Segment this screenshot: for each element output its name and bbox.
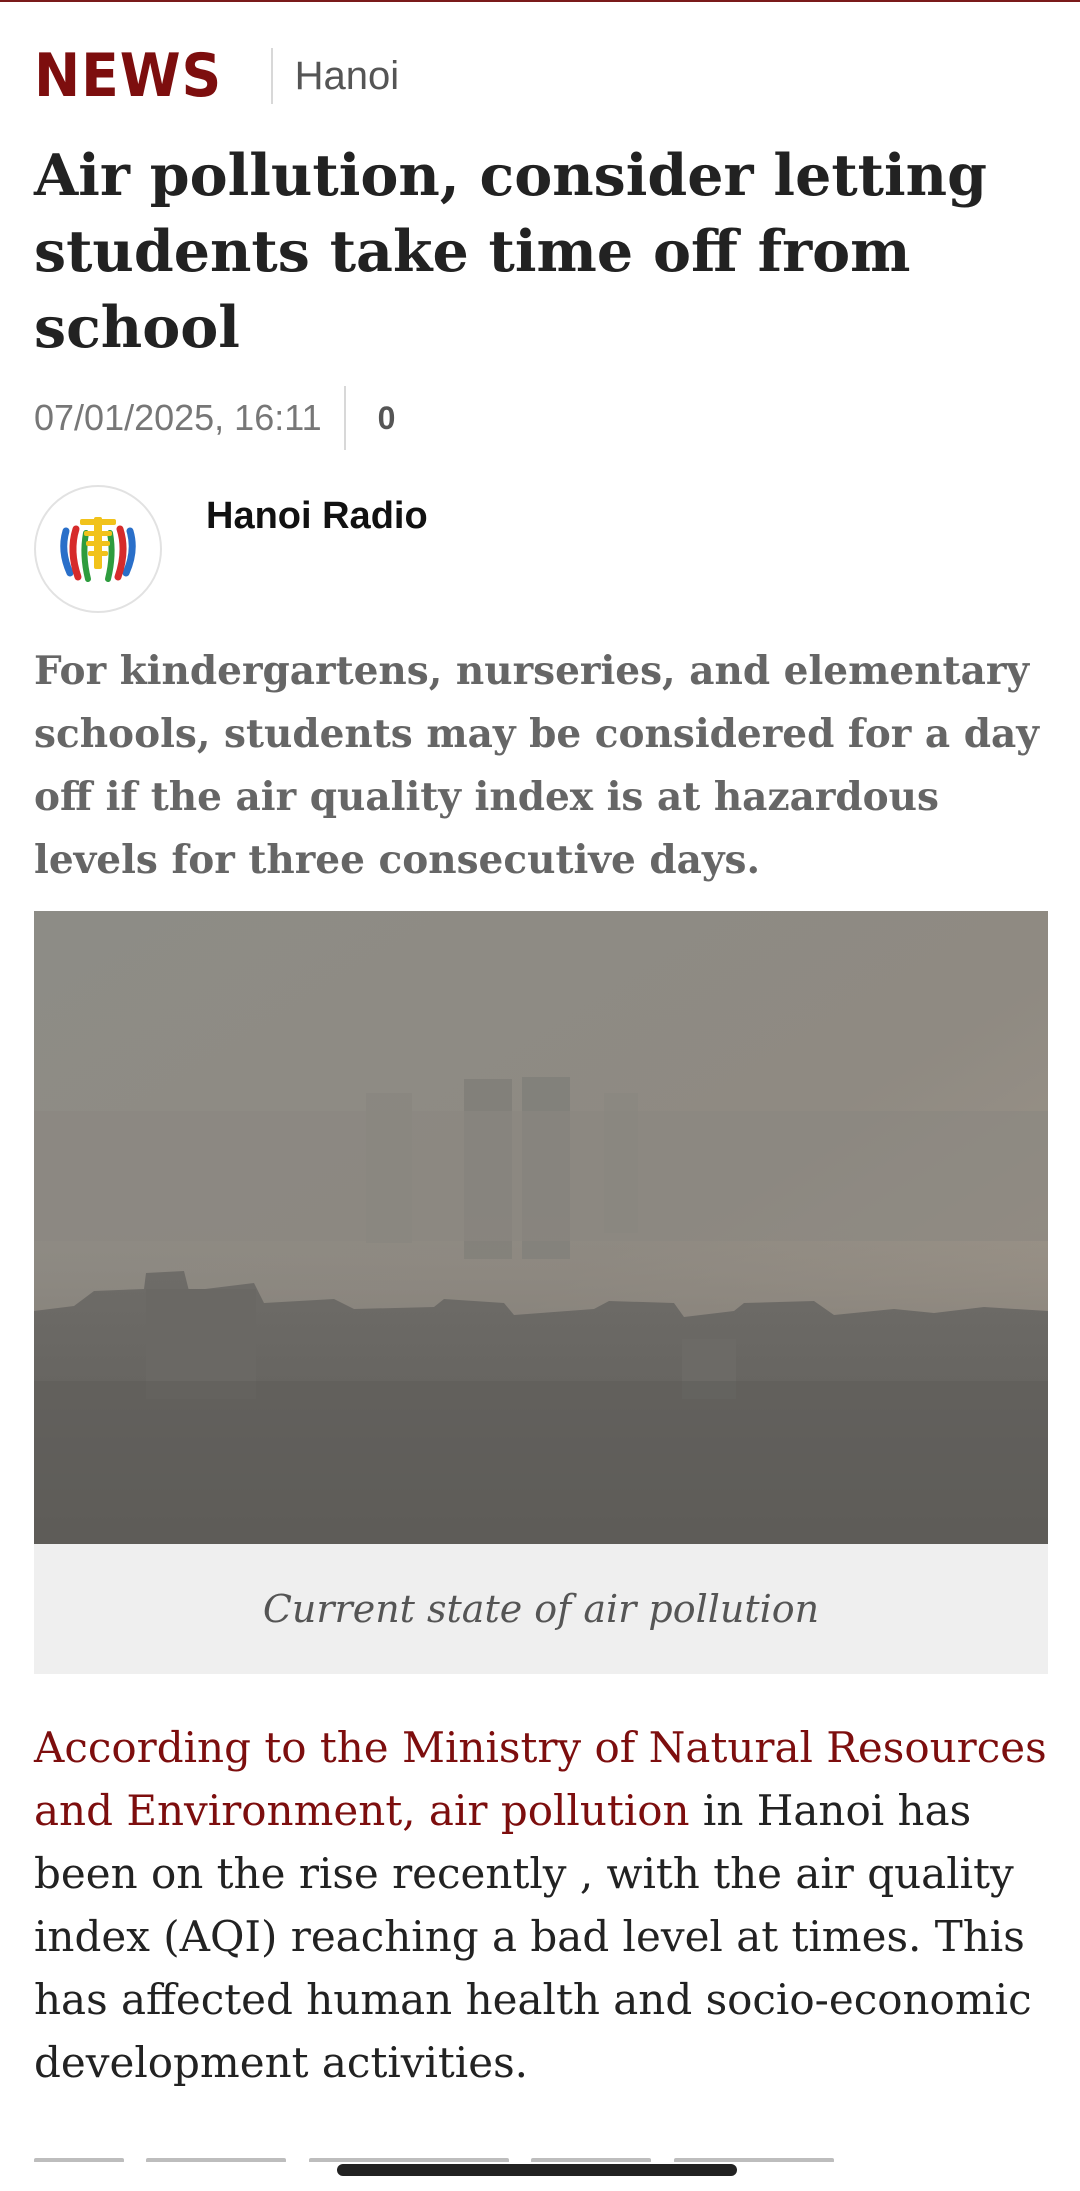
author-name[interactable]: Hanoi Radio [206, 495, 428, 538]
home-indicator[interactable] [337, 2164, 737, 2176]
page-header: NEWS Hanoi [34, 36, 399, 116]
article-paragraph: According to the Ministry of Natural Res… [34, 1716, 1054, 2094]
hanoi-radio-logo-icon[interactable] [34, 485, 162, 613]
publish-datetime: 07/01/2025, 16:11 [34, 397, 322, 438]
image-caption: Current state of air pollution [34, 1544, 1048, 1674]
brand-logo[interactable]: NEWS [34, 46, 222, 106]
article-meta: 07/01/2025, 16:11 0 [34, 386, 395, 450]
author-block[interactable]: Hanoi Radio [34, 485, 428, 613]
article-figure: Current state of air pollution [34, 911, 1048, 1674]
text-fragment [308, 2158, 509, 2162]
next-paragraph-preview [34, 2150, 1044, 2162]
smog-cityscape-image[interactable] [34, 911, 1048, 1544]
text-fragment [531, 2158, 652, 2162]
header-divider [270, 48, 273, 104]
meta-divider [343, 386, 346, 450]
article-summary: For kindergartens, nurseries, and elemen… [34, 648, 1039, 883]
top-rule [0, 0, 1080, 2]
text-fragment [673, 2158, 834, 2162]
comment-count[interactable]: 0 [378, 400, 396, 437]
section-link[interactable]: Hanoi [295, 54, 400, 99]
text-fragment [34, 2158, 124, 2162]
text-fragment [146, 2158, 287, 2162]
article-title: Air pollution, consider letting students… [34, 142, 987, 361]
